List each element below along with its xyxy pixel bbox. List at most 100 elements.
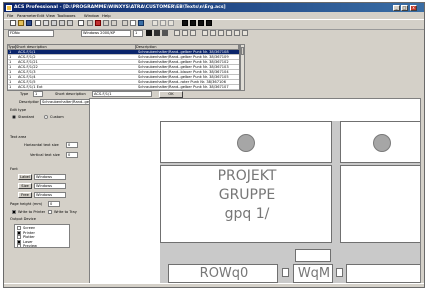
- write-to-tray-label: Write to Tray: [54, 210, 77, 214]
- list-item[interactable]: Preview: [23, 244, 37, 248]
- list-item-checkbox[interactable]: [17, 235, 21, 239]
- table-scrollbar[interactable]: [240, 44, 245, 91]
- justify-left-icon[interactable]: [174, 30, 180, 36]
- label-canvas[interactable]: PROJEKT GRUPPE gpq 1/ ROWq0 WqM: [89, 98, 421, 284]
- ok-button[interactable]: OK: [159, 91, 183, 98]
- close-button[interactable]: x: [410, 4, 417, 11]
- group-text: GRUPPE: [218, 187, 276, 203]
- module-label-card[interactable]: WqM: [293, 264, 333, 283]
- cell-description: Schraubenhalter/Rand..gelber Punk Nr. 38…: [138, 85, 229, 89]
- format-icon[interactable]: [122, 20, 128, 26]
- font-combo[interactable]: FDNo: [8, 30, 54, 37]
- print-icon[interactable]: [35, 20, 41, 26]
- cut-icon[interactable]: [51, 20, 57, 26]
- short-description-field[interactable]: ACS-F/1/1: [92, 91, 152, 97]
- numbering-icon[interactable]: [226, 30, 232, 36]
- horizontal-text-size-field[interactable]: 0: [66, 142, 78, 148]
- menu-parameter[interactable]: Parameter: [17, 13, 37, 18]
- empty-label-card[interactable]: [346, 264, 420, 283]
- menu-view[interactable]: View: [46, 13, 55, 18]
- system-combo[interactable]: Windows 2000/XP: [81, 30, 131, 37]
- free-font-button[interactable]: Free: [18, 192, 32, 198]
- preview-icon[interactable]: [43, 20, 49, 26]
- new-icon[interactable]: [10, 20, 16, 26]
- cell-description: Schraubenhalter/Rand..gelber Punk Nr. 38…: [138, 55, 229, 59]
- records-table[interactable]: Type Short description Description 1 ACS-…: [7, 44, 240, 91]
- table-icon[interactable]: [138, 20, 144, 26]
- type-field[interactable]: 1: [33, 91, 43, 97]
- label-card-right[interactable]: [340, 165, 420, 243]
- outdent-icon[interactable]: [210, 30, 216, 36]
- record-icon[interactable]: [95, 20, 101, 26]
- menu-file[interactable]: File: [7, 13, 13, 18]
- color-icon[interactable]: [242, 30, 248, 36]
- align-right-icon[interactable]: [168, 20, 174, 26]
- table-row[interactable]: 1 ACS-F/1/1 Ext Schraubenhalter/Rand..gelb…: [8, 85, 239, 90]
- open-icon[interactable]: [18, 20, 24, 26]
- bullets-icon[interactable]: [218, 30, 224, 36]
- label-card-top-left[interactable]: [160, 121, 332, 163]
- cell-short-description: ACS-F/1/2: [18, 55, 36, 59]
- write-to-printer-checkbox[interactable]: [12, 210, 16, 214]
- undo-icon[interactable]: [103, 20, 109, 26]
- underline-icon[interactable]: [162, 30, 168, 36]
- next-record-icon[interactable]: [198, 20, 204, 26]
- menu-window[interactable]: Window: [84, 13, 99, 18]
- write-to-printer-label: Write to Printer: [18, 210, 46, 214]
- last-record-icon[interactable]: [206, 20, 212, 26]
- pointer-icon[interactable]: [87, 20, 93, 26]
- maximize-button[interactable]: □: [401, 4, 408, 11]
- align-center-icon[interactable]: [160, 20, 166, 26]
- label-sheet: PROJEKT GRUPPE gpq 1/ ROWq0 WqM: [160, 121, 420, 283]
- menu-toolboxes[interactable]: Toolboxes: [57, 13, 75, 18]
- page-height-field[interactable]: 0: [48, 201, 60, 207]
- description-label: Description: [19, 100, 40, 104]
- save-icon[interactable]: [26, 20, 32, 26]
- minimize-button[interactable]: _: [393, 4, 400, 11]
- justify-center-icon[interactable]: [182, 30, 188, 36]
- group-id-text: gpq 1/: [224, 206, 270, 222]
- custom-label: Custom: [50, 115, 64, 119]
- align-left-icon[interactable]: [152, 20, 158, 26]
- project-label-card[interactable]: PROJEKT GRUPPE gpq 1/: [160, 165, 332, 243]
- redo-icon[interactable]: [111, 20, 117, 26]
- previous-record-icon[interactable]: [190, 20, 196, 26]
- cell-type: 1: [9, 50, 12, 54]
- first-record-icon[interactable]: [182, 20, 188, 26]
- list-item-checkbox[interactable]: [17, 244, 21, 248]
- label-font-button[interactable]: Label: [18, 174, 32, 180]
- justify-right-icon[interactable]: [190, 30, 196, 36]
- indent-icon[interactable]: [202, 30, 208, 36]
- italic-icon[interactable]: [154, 30, 160, 36]
- standard-label: Standard: [18, 115, 35, 119]
- list-item-checkbox[interactable]: [17, 239, 21, 244]
- list-item-checkbox[interactable]: [17, 230, 21, 235]
- border-icon[interactable]: [234, 30, 240, 36]
- font-label: Font: [10, 167, 18, 171]
- horizontal-text-size-label: Horizontal text size: [24, 143, 59, 147]
- connector-box: [336, 268, 343, 277]
- size-combo[interactable]: 1: [133, 30, 143, 37]
- write-to-tray-checkbox[interactable]: [48, 210, 52, 214]
- vertical-text-size-field[interactable]: 0: [66, 152, 78, 158]
- size-font-button[interactable]: Size: [18, 183, 32, 189]
- cell-type: 1: [9, 65, 12, 69]
- output-device-list[interactable]: Screen Printer Plotter Laser Preview: [14, 224, 70, 248]
- custom-radio[interactable]: [44, 115, 48, 119]
- copy-icon[interactable]: [59, 20, 65, 26]
- app-icon: [6, 4, 12, 11]
- paste-icon[interactable]: [67, 20, 73, 26]
- menu-edit[interactable]: Edit: [37, 13, 44, 18]
- cell-type: 1: [9, 80, 12, 84]
- text-icon[interactable]: [130, 20, 136, 26]
- label-card-top-right[interactable]: [340, 121, 420, 163]
- scroll-thumb[interactable]: [241, 47, 244, 55]
- cell-short-description: ACS-F/1/3: [18, 70, 36, 74]
- page-icon[interactable]: [78, 20, 84, 26]
- menu-help[interactable]: Help: [102, 13, 111, 18]
- row-label-card[interactable]: ROWq0: [168, 264, 278, 283]
- standard-radio[interactable]: [12, 115, 16, 119]
- bold-icon[interactable]: [146, 30, 152, 36]
- list-item-checkbox[interactable]: [17, 226, 21, 230]
- label-card-small[interactable]: [295, 249, 331, 262]
